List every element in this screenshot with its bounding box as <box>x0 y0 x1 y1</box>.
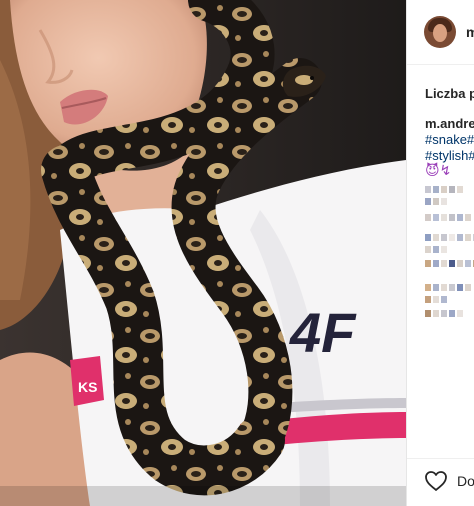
blurred-comment <box>425 186 463 193</box>
post-photo[interactable]: KS 4F <box>0 0 406 506</box>
sleeve-text: KS <box>78 379 97 395</box>
post-side-panel: m Liczba po m.andrej #snake# #stylish# 😈… <box>407 0 474 506</box>
blurred-comment <box>425 234 474 241</box>
hashtag-link[interactable]: #snake# <box>425 132 474 148</box>
action-bar: Doo <box>407 458 474 506</box>
avatar-face <box>433 24 447 42</box>
post-image: KS 4F <box>0 0 406 506</box>
caption-emoji: 😈↯ <box>425 162 452 178</box>
blurred-comment <box>425 296 447 303</box>
likes-count[interactable]: Liczba po <box>425 86 474 101</box>
heart-outline-icon[interactable] <box>424 470 448 492</box>
blurred-comment <box>425 214 471 221</box>
hashtag-list: #snake# #stylish# <box>425 132 474 164</box>
blurred-comment <box>425 198 447 205</box>
blurred-comment <box>425 260 474 267</box>
post-header: m <box>407 0 474 65</box>
blurred-comment <box>425 284 471 291</box>
like-label[interactable]: Doo <box>457 473 474 489</box>
caption-username[interactable]: m.andrej <box>425 116 474 131</box>
shirt-logo: 4F <box>289 301 357 364</box>
blurred-comment <box>425 310 463 317</box>
avatar[interactable] <box>424 16 456 48</box>
blurred-comment <box>425 246 447 253</box>
post-username[interactable]: m <box>466 24 474 40</box>
